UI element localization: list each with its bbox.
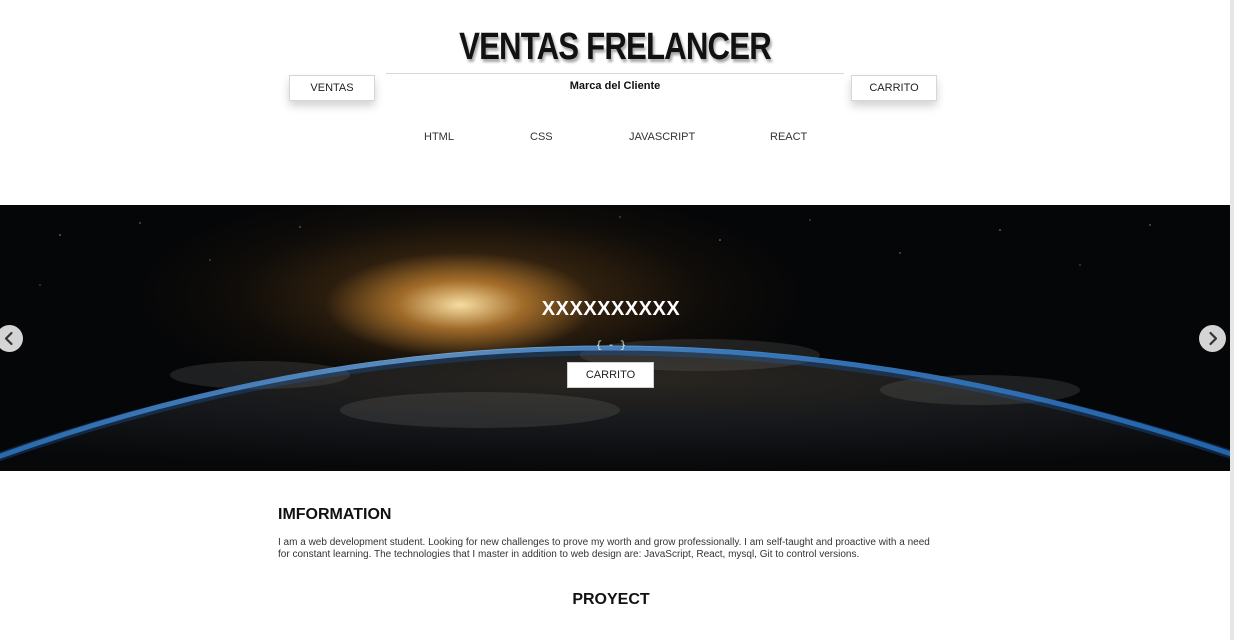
page: VENTAS FRELANCER VENTAS Marca del Client…	[0, 0, 1234, 640]
information-text: I am a web development student. Looking …	[278, 537, 930, 560]
chevron-left-icon	[4, 331, 13, 346]
proyect-title: PROYECT	[572, 591, 650, 608]
nav-item-javascript[interactable]: JAVASCRIPT	[629, 131, 695, 143]
information-title: IMFORMATION	[278, 506, 392, 523]
brand-label: Marca del Cliente	[569, 80, 661, 92]
main-nav: HTML CSS JAVASCRIPT REACT	[0, 131, 1230, 147]
carousel-next-button[interactable]	[1199, 325, 1226, 352]
header-divider	[386, 73, 844, 74]
hero-title: XXXXXXXXXX	[541, 298, 681, 320]
chevron-right-icon	[1209, 331, 1218, 346]
carrito-button[interactable]: CARRITO	[851, 75, 937, 101]
hero-subtitle: { - }	[595, 341, 626, 352]
nav-item-html[interactable]: HTML	[424, 131, 454, 143]
nav-item-css[interactable]: CSS	[530, 131, 553, 143]
carousel-prev-button[interactable]	[0, 325, 23, 352]
earth-horizon-image	[0, 216, 1232, 471]
hero-carrito-button[interactable]: CARRITO	[567, 362, 654, 388]
scrollbar[interactable]	[1230, 0, 1234, 640]
site-title: VENTAS FRELANCER	[459, 26, 772, 68]
ventas-button[interactable]: VENTAS	[289, 75, 375, 101]
nav-item-react[interactable]: REACT	[770, 131, 807, 143]
hero-carousel: XXXXXXXXXX { - } CARRITO	[0, 205, 1232, 471]
